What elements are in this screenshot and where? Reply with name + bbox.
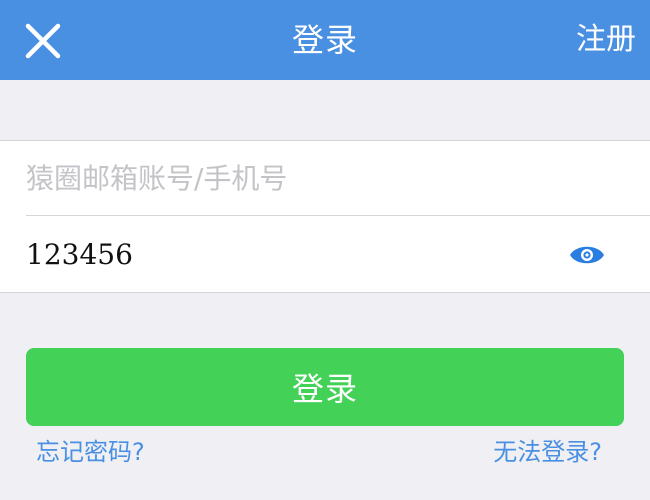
login-form: [0, 140, 650, 293]
toggle-password-visibility-button[interactable]: [568, 239, 606, 271]
navigation-bar: 登录 注册: [0, 0, 650, 80]
eye-icon: [570, 246, 604, 264]
register-button[interactable]: 注册: [576, 0, 636, 80]
close-icon: [25, 23, 61, 59]
password-field-row: [26, 217, 650, 292]
login-button[interactable]: 登录: [26, 348, 624, 426]
cannot-login-link[interactable]: 无法登录?: [493, 436, 602, 468]
password-input[interactable]: [26, 217, 546, 292]
login-screen: 登录 注册 登录 忘记密码? 无法登录?: [0, 0, 650, 500]
account-field-row: [26, 141, 650, 216]
page-title: 登录: [291, 21, 358, 59]
account-input[interactable]: [26, 141, 546, 216]
forgot-password-link[interactable]: 忘记密码?: [36, 436, 145, 468]
close-button[interactable]: [22, 20, 64, 62]
